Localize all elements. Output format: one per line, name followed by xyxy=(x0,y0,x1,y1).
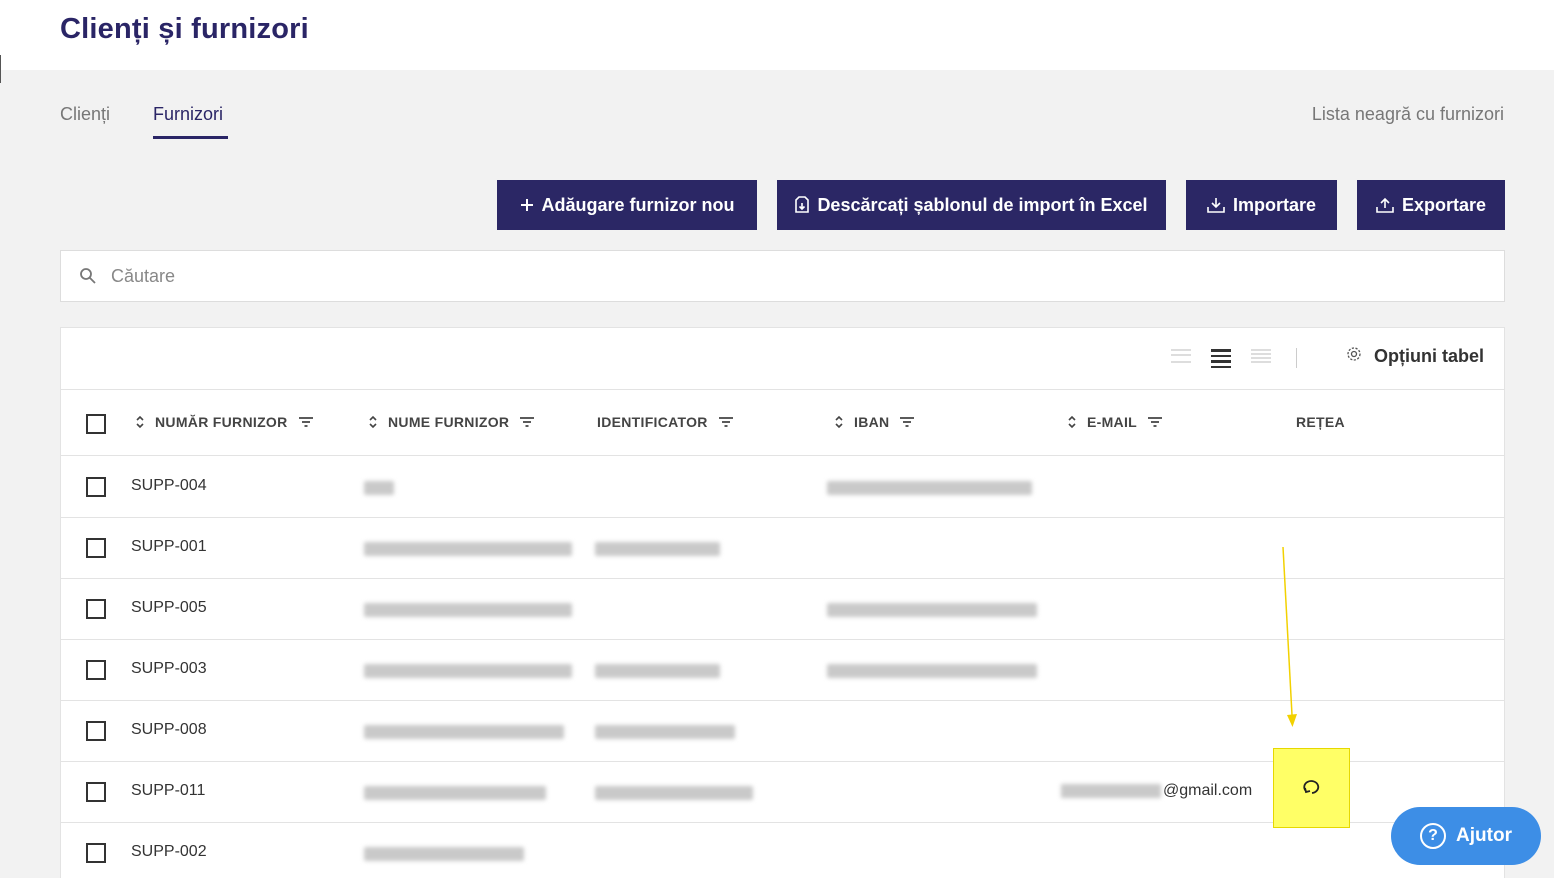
add-supplier-button[interactable]: Adăugare furnizor nou xyxy=(497,180,757,230)
redacted-iban xyxy=(827,603,1037,617)
redacted-identifier xyxy=(595,664,720,678)
row-checkbox[interactable] xyxy=(86,721,106,741)
select-all-checkbox[interactable] xyxy=(86,414,106,434)
sort-icon[interactable] xyxy=(834,415,844,429)
row-checkbox[interactable] xyxy=(86,660,106,680)
page-title: Clienți și furnizori xyxy=(60,13,309,45)
filter-icon[interactable] xyxy=(298,416,314,428)
supplier-number: SUPP-011 xyxy=(131,782,206,799)
top-bar: Clienți și furnizori xyxy=(0,0,1554,83)
column-header-name: NUME FURNIZOR xyxy=(368,414,535,430)
sort-icon[interactable] xyxy=(135,415,145,429)
search-icon xyxy=(79,267,97,285)
gear-icon xyxy=(1346,346,1362,367)
density-standard-icon[interactable] xyxy=(1211,349,1231,368)
redacted-email-user xyxy=(1061,784,1161,798)
column-header-email: E-MAIL xyxy=(1067,414,1163,430)
window-edge xyxy=(0,55,1,83)
search-input[interactable] xyxy=(111,265,1411,287)
redacted-name xyxy=(364,664,572,678)
filter-icon[interactable] xyxy=(899,416,915,428)
import-button[interactable]: Importare xyxy=(1186,180,1337,230)
table-header: NUMĂR FURNIZOR NUME FURNIZOR IDENTIFICAT… xyxy=(61,390,1504,456)
column-header-identifier: IDENTIFICATOR xyxy=(597,414,734,430)
supplier-number: SUPP-003 xyxy=(131,660,207,677)
supplier-number: SUPP-002 xyxy=(131,843,207,860)
help-button[interactable]: ? Ajutor xyxy=(1391,807,1541,865)
redacted-name xyxy=(364,603,572,617)
column-header-number: NUMĂR FURNIZOR xyxy=(135,414,314,430)
download-icon xyxy=(1207,197,1225,213)
column-header-network: REȚEA xyxy=(1296,414,1345,430)
column-email-label: E-MAIL xyxy=(1087,414,1138,430)
redacted-iban xyxy=(827,481,1032,495)
plus-icon xyxy=(520,198,534,212)
column-number-label: NUMĂR FURNIZOR xyxy=(155,414,288,430)
table-options-label: Opțiuni tabel xyxy=(1374,346,1484,366)
table-row[interactable]: SUPP-002 xyxy=(61,823,1504,878)
supplier-email: @gmail.com xyxy=(1061,782,1252,800)
row-checkbox[interactable] xyxy=(86,782,106,802)
column-network-label: REȚEA xyxy=(1296,414,1345,430)
row-checkbox[interactable] xyxy=(86,477,106,497)
density-comfortable-icon[interactable] xyxy=(1171,349,1191,367)
row-checkbox[interactable] xyxy=(86,599,106,619)
column-header-iban: IBAN xyxy=(834,414,915,430)
table-toolbar: Opțiuni tabel xyxy=(61,328,1504,390)
supplier-number: SUPP-001 xyxy=(131,538,207,555)
tab-clients[interactable]: Clienți xyxy=(60,104,110,125)
column-identifier-label: IDENTIFICATOR xyxy=(597,414,708,430)
help-label: Ajutor xyxy=(1456,825,1512,846)
redacted-name xyxy=(364,786,546,800)
template-file-icon xyxy=(795,196,810,214)
tab-suppliers[interactable]: Furnizori xyxy=(153,104,223,125)
import-label: Importare xyxy=(1232,194,1317,215)
annotation-arrow-icon xyxy=(1282,546,1297,727)
sort-icon[interactable] xyxy=(368,415,378,429)
network-sync-icon xyxy=(1302,776,1322,801)
upload-icon xyxy=(1376,197,1394,213)
column-name-label: NUME FURNIZOR xyxy=(388,414,510,430)
export-label: Exportare xyxy=(1401,194,1487,215)
redacted-name xyxy=(364,542,572,556)
email-domain: @gmail.com xyxy=(1163,782,1253,799)
redacted-identifier xyxy=(595,786,753,800)
sort-icon[interactable] xyxy=(1067,415,1077,429)
network-sync-button[interactable] xyxy=(1273,748,1350,828)
redacted-iban xyxy=(827,664,1037,678)
redacted-name xyxy=(364,847,524,861)
filter-icon[interactable] xyxy=(1147,416,1163,428)
supplier-number: SUPP-005 xyxy=(131,599,207,616)
help-icon: ? xyxy=(1420,823,1447,849)
row-checkbox[interactable] xyxy=(86,843,106,863)
export-button[interactable]: Exportare xyxy=(1357,180,1505,230)
supplier-blacklist-link[interactable]: Lista neagră cu furnizori xyxy=(1312,104,1504,125)
download-template-label: Descărcați șablonul de import în Excel xyxy=(817,194,1148,215)
redacted-name xyxy=(364,481,394,495)
column-iban-label: IBAN xyxy=(854,414,890,430)
filter-icon[interactable] xyxy=(718,416,734,428)
redacted-name xyxy=(364,725,564,739)
density-compact-icon[interactable] xyxy=(1251,349,1271,367)
add-supplier-label: Adăugare furnizor nou xyxy=(541,194,735,215)
redacted-identifier xyxy=(595,542,720,556)
toolbar-divider xyxy=(1296,348,1297,368)
table-row[interactable]: SUPP-004 xyxy=(61,457,1504,518)
supplier-number: SUPP-004 xyxy=(131,477,207,494)
filter-icon[interactable] xyxy=(519,416,535,428)
supplier-number: SUPP-008 xyxy=(131,721,207,738)
table-options-button[interactable]: Opțiuni tabel xyxy=(1346,346,1484,367)
search-bar xyxy=(60,250,1505,302)
active-tab-indicator xyxy=(153,136,228,139)
download-template-button[interactable]: Descărcați șablonul de import în Excel xyxy=(777,180,1166,230)
row-checkbox[interactable] xyxy=(86,538,106,558)
redacted-identifier xyxy=(595,725,735,739)
